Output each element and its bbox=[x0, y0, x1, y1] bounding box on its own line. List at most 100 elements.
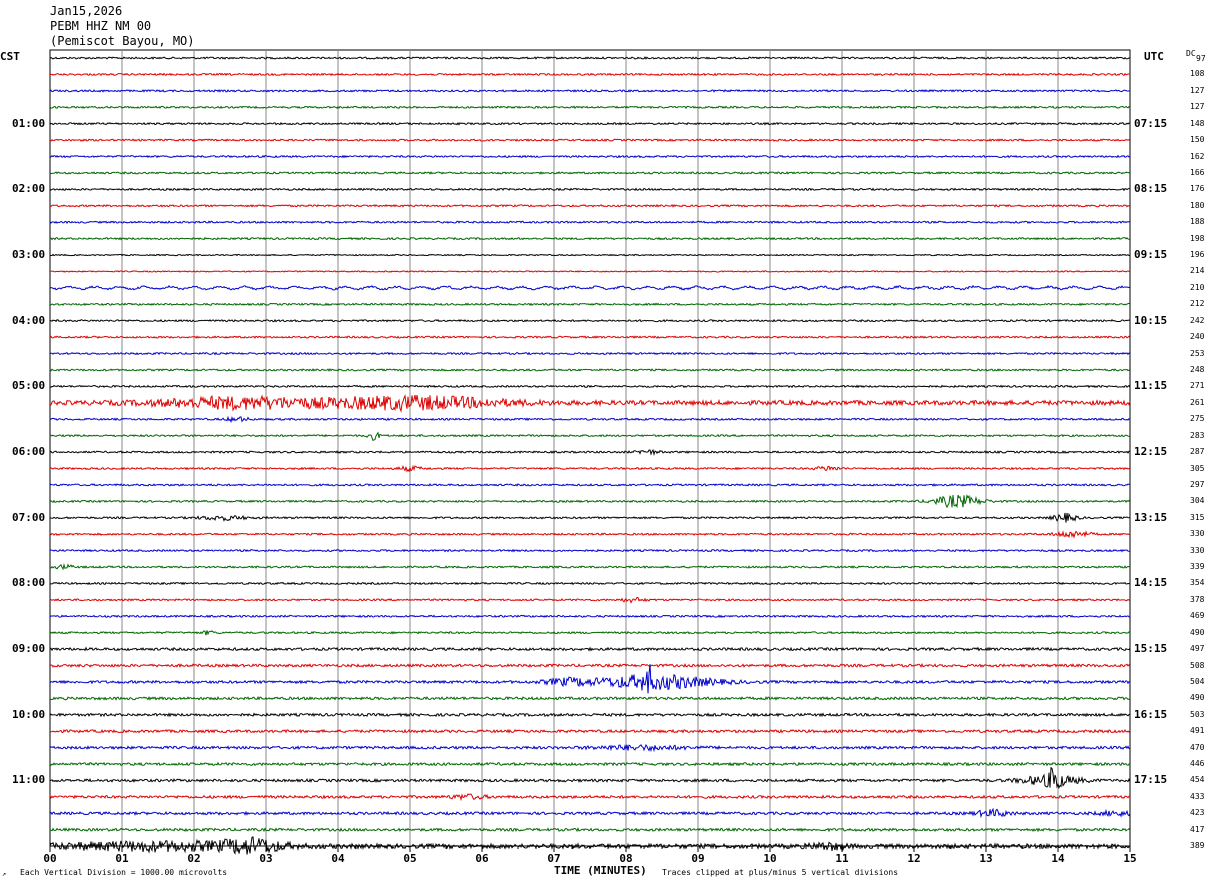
dc-offset-label: 423 bbox=[1190, 808, 1205, 818]
trace-row bbox=[49, 766, 1131, 790]
dc-offset-label: 389 bbox=[1190, 841, 1205, 851]
dc-offset-label: 497 bbox=[1190, 644, 1205, 654]
x-tick-label: 05 bbox=[403, 852, 417, 865]
trace-row bbox=[49, 562, 1130, 571]
dc-offset-label: 210 bbox=[1190, 282, 1205, 292]
trace-row bbox=[49, 154, 1131, 159]
dc-offset-label: 454 bbox=[1190, 775, 1205, 785]
x-tick-label: 01 bbox=[115, 852, 129, 865]
trace-row bbox=[49, 761, 1131, 767]
dc-offset-label: 127 bbox=[1190, 102, 1205, 112]
left-hour-label: 11:00 bbox=[12, 773, 46, 787]
trace-row bbox=[49, 630, 1131, 636]
trace-row bbox=[49, 72, 1131, 77]
trace-row bbox=[49, 384, 1131, 389]
dc-offset-label: 253 bbox=[1190, 348, 1205, 358]
left-hour-label: 01:00 bbox=[12, 116, 46, 130]
trace-row bbox=[49, 284, 1131, 291]
dc-offset-label: 503 bbox=[1190, 709, 1205, 719]
trace-row bbox=[49, 253, 1131, 257]
trace-row bbox=[49, 464, 1131, 473]
dc-offset-label: 491 bbox=[1190, 726, 1205, 736]
x-tick-label: 03 bbox=[259, 852, 273, 865]
dc-offset-label: 433 bbox=[1190, 791, 1205, 801]
trace-row bbox=[49, 728, 1131, 734]
dc-offset-label: 304 bbox=[1190, 496, 1205, 506]
dc-offset-label: 248 bbox=[1190, 364, 1205, 374]
dc-offset-label: 150 bbox=[1190, 135, 1205, 145]
trace-row bbox=[49, 236, 1131, 241]
left-hour-label: 04:00 bbox=[12, 313, 46, 327]
trace-row bbox=[49, 512, 1131, 523]
dc-offset-label: 240 bbox=[1190, 332, 1205, 342]
right-hour-label: 10:15 bbox=[1134, 313, 1168, 327]
dc-offset-label: 242 bbox=[1190, 315, 1205, 325]
footer-scale: Each Vertical Division = 1000.00 microvo… bbox=[20, 868, 228, 877]
dc-offset-label: 166 bbox=[1190, 167, 1205, 177]
dc-offset-label: 196 bbox=[1190, 250, 1205, 260]
right-hour-label: 07:15 bbox=[1134, 116, 1168, 130]
trace-row bbox=[49, 548, 1130, 553]
trace-row bbox=[49, 318, 1131, 323]
trace-row bbox=[49, 302, 1131, 307]
trace-row bbox=[49, 662, 1131, 669]
dc-offset-label: 212 bbox=[1190, 299, 1205, 309]
dc-offset-label: 162 bbox=[1190, 151, 1205, 161]
left-hour-label: 10:00 bbox=[12, 707, 46, 721]
dc-offset-label: 508 bbox=[1190, 660, 1205, 670]
dc-offset-label: 271 bbox=[1190, 381, 1205, 391]
trace-row bbox=[49, 614, 1131, 619]
trace-row bbox=[49, 415, 1131, 424]
trace-row bbox=[49, 581, 1131, 586]
trace-row bbox=[49, 368, 1131, 372]
trace-row bbox=[49, 807, 1131, 819]
trace-row bbox=[49, 695, 1131, 701]
dc-offset-label: 275 bbox=[1190, 414, 1205, 424]
dc-offset-label: 490 bbox=[1190, 627, 1205, 637]
trace-row bbox=[49, 597, 1131, 604]
dc-offset-label: 330 bbox=[1190, 545, 1205, 555]
left-hour-label: 06:00 bbox=[12, 445, 46, 459]
dc-offset-label: 297 bbox=[1190, 479, 1205, 489]
seismogram bbox=[49, 49, 1131, 855]
left-hour-label: 07:00 bbox=[12, 510, 46, 524]
trace-row bbox=[49, 138, 1131, 142]
right-hour-label: 09:15 bbox=[1134, 248, 1168, 262]
dc-offset-label: 378 bbox=[1190, 594, 1205, 604]
x-tick-label: 06 bbox=[475, 852, 489, 865]
dc-offset-label: 305 bbox=[1190, 463, 1205, 473]
left-hour-label: 03:00 bbox=[12, 248, 46, 262]
dc-offset-label: 148 bbox=[1190, 118, 1205, 128]
dc-offset-label: 108 bbox=[1190, 69, 1205, 79]
trace-row bbox=[49, 743, 1131, 753]
left-hour-label: 05:00 bbox=[12, 379, 46, 393]
trace-row bbox=[49, 171, 1131, 175]
x-axis-label: TIME (MINUTES) bbox=[554, 864, 647, 877]
dc-offset-label: 490 bbox=[1190, 693, 1205, 703]
dc-offset-label: 330 bbox=[1190, 529, 1205, 539]
dc-offset-label: 469 bbox=[1190, 611, 1205, 621]
trace-row bbox=[49, 121, 1131, 126]
dc-offset-label: 283 bbox=[1190, 430, 1205, 440]
right-hour-label: 12:15 bbox=[1134, 445, 1168, 459]
dc-offset-label: 176 bbox=[1190, 184, 1205, 194]
right-hour-label: 11:15 bbox=[1134, 379, 1168, 393]
x-tick-label: 14 bbox=[1051, 852, 1065, 865]
dc-offset-label: 504 bbox=[1190, 676, 1205, 686]
trace-row bbox=[49, 483, 1131, 487]
trace-row bbox=[49, 203, 1131, 208]
right-hour-label: 16:15 bbox=[1134, 707, 1168, 721]
right-hour-label: 17:15 bbox=[1134, 773, 1168, 787]
trace-row bbox=[49, 431, 1131, 442]
dc-offset-label: 97 bbox=[1196, 54, 1206, 63]
x-tick-label: 00 bbox=[43, 852, 57, 865]
right-hour-label: 15:15 bbox=[1134, 642, 1168, 656]
footer-clip: Traces clipped at plus/minus 5 vertical … bbox=[662, 868, 899, 877]
dc-offset-label: 354 bbox=[1190, 578, 1205, 588]
x-tick-label: 04 bbox=[331, 852, 345, 865]
left-hour-label: 02:00 bbox=[12, 182, 46, 196]
trace-row bbox=[49, 220, 1131, 225]
x-tick-label: 10 bbox=[763, 852, 777, 865]
x-tick-label: 15 bbox=[1123, 852, 1137, 865]
left-hour-label: 09:00 bbox=[12, 642, 46, 656]
